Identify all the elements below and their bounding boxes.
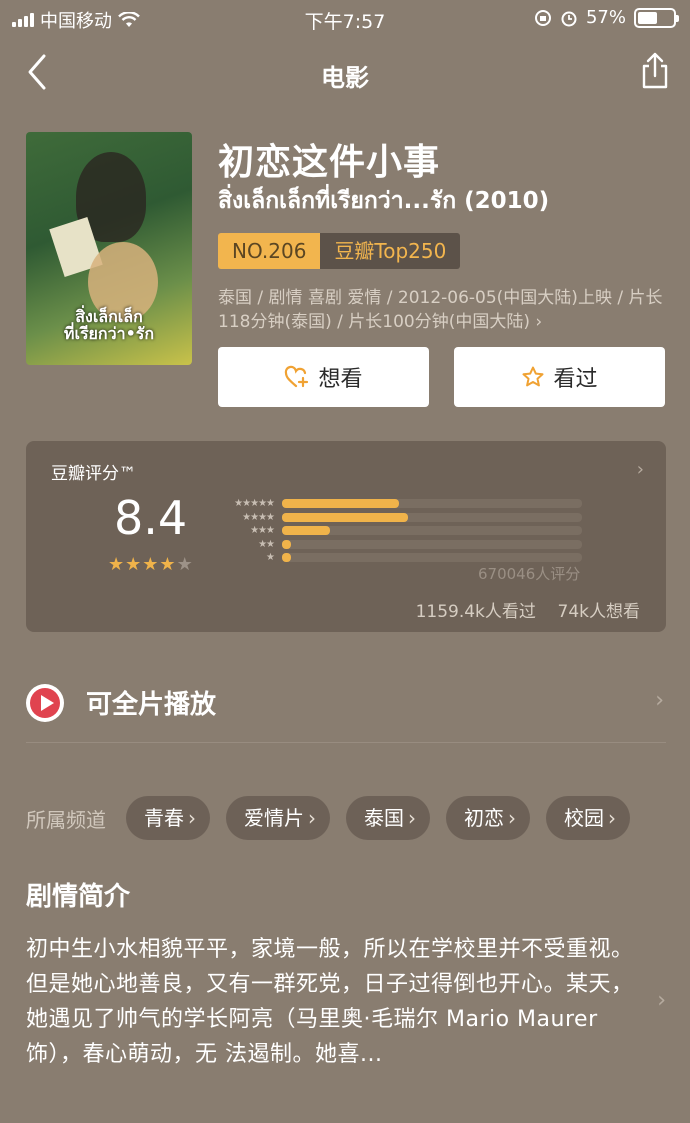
rating-card[interactable]: 豆瓣评分™ › 8.4 ★★★★★ ★★★★★ ★★★★ ★★★ ★★ ★ 670046… <box>26 441 666 632</box>
rating-bar-row: ★★ <box>212 538 582 551</box>
channel-chip-label: 爱情片 <box>244 806 304 830</box>
rating-star: ★ <box>108 554 126 575</box>
battery-icon <box>634 7 679 28</box>
synopsis-text[interactable]: 初中生小水相貌平平，家境一般，所以在学校里并不受重视。但是她心地善良，又有一群死… <box>26 932 641 1072</box>
chevron-right-icon: › <box>408 806 416 830</box>
chevron-right-icon: › <box>608 806 616 830</box>
chevron-right-icon: › <box>655 688 664 713</box>
chevron-right-icon: › <box>508 806 516 830</box>
want-count: 74k人想看 <box>557 602 640 622</box>
rating-distribution: ★★★★★ ★★★★ ★★★ ★★ ★ <box>212 497 582 565</box>
chevron-right-icon: › <box>636 459 644 480</box>
divider <box>26 742 666 743</box>
rating-bar-stars: ★★★★★ <box>234 498 275 509</box>
rating-bar-row: ★★★★ <box>212 511 582 524</box>
movie-poster[interactable]: สิ่งเล็กเล็ก ที่เรียกว่า•รัก <box>26 132 192 365</box>
rating-bar-row: ★★★ <box>212 524 582 537</box>
rating-star: ★ <box>142 554 160 575</box>
chevron-right-icon: › <box>308 806 316 830</box>
channel-chip[interactable]: 校园 › <box>546 796 630 840</box>
rating-bar-track <box>282 539 582 549</box>
chevron-right-icon[interactable]: › <box>657 988 666 1013</box>
channel-chip-label: 校园 <box>564 806 604 830</box>
rating-bar-stars: ★ <box>266 552 275 563</box>
rating-bar-fill <box>282 553 291 562</box>
want-label: 想看 <box>318 367 363 392</box>
rating-star: ★ <box>176 554 194 575</box>
play-label: 可全片播放 <box>86 690 217 720</box>
page-title: 电影 <box>321 64 369 92</box>
rating-bar-fill <box>282 526 330 535</box>
channel-chip[interactable]: 初恋 › <box>446 796 530 840</box>
star-icon <box>522 366 544 387</box>
channel-chip[interactable]: 爱情片 › <box>226 796 330 840</box>
rating-bar-track <box>282 553 582 562</box>
channel-chip-label: 初恋 <box>464 806 504 830</box>
rating-bar-fill <box>282 499 399 508</box>
channel-chip[interactable]: 泰国 › <box>346 796 430 840</box>
rating-bar-track <box>282 499 582 508</box>
seen-count: 1159.4k人看过 <box>415 602 536 622</box>
rating-bar-fill <box>282 512 408 522</box>
poster-title: สิ่งเล็กเล็ก ที่เรียกว่า•รัก <box>63 306 155 344</box>
movie-title: 初恋这件小事 <box>218 142 441 183</box>
battery-fill <box>638 11 658 24</box>
rating-bar-stars: ★★ <box>258 538 275 550</box>
chevron-right-icon: › <box>188 806 196 830</box>
channel-chip-label: 泰国 <box>364 806 404 830</box>
nav-bar: 电影 <box>0 40 690 104</box>
rank-list-name: 豆瓣Top250 <box>320 233 461 269</box>
rating-bar-row: ★★★★★ <box>212 497 582 510</box>
rating-stars: ★★★★★ <box>108 554 194 575</box>
watched-button[interactable]: 看过 <box>454 347 665 407</box>
play-full-movie-row[interactable]: 可全片播放 › <box>26 682 666 724</box>
rating-bar-fill <box>282 539 291 549</box>
movie-meta[interactable]: 泰国 / 剧情 喜剧 爱情 / 2012-06-05(中国大陆)上映 / 片长1… <box>218 286 668 334</box>
rating-bar-stars: ★★★ <box>250 525 275 536</box>
rating-bar-track <box>282 512 582 522</box>
status-bar: 中国移动 下午7:57 57% <box>0 0 690 36</box>
rank-number: NO.206 <box>218 233 321 269</box>
rating-star: ★ <box>159 554 177 575</box>
channel-chip[interactable]: 青春 › <box>126 796 210 840</box>
rotation-lock-icon <box>534 9 551 26</box>
channels-label: 所属频道 <box>26 807 106 832</box>
share-icon[interactable] <box>640 50 670 90</box>
rating-bar-track <box>282 526 582 535</box>
want-to-watch-button[interactable]: 想看 <box>218 347 429 407</box>
heart-plus-icon <box>285 365 309 388</box>
play-icon <box>26 684 64 722</box>
alarm-icon <box>561 11 577 26</box>
channel-list: 所属频道 青春 › 爱情片 › 泰国 › 初恋 › 校园 › <box>26 796 690 840</box>
rating-label: 豆瓣评分™ <box>51 464 136 484</box>
top250-badge[interactable]: NO.206 豆瓣Top250 <box>218 233 461 269</box>
movie-original-title: สิ่งเล็กเล็กที่เรียกว่า...รัก (2010) <box>218 188 550 214</box>
rating-score: 8.4 <box>114 491 188 545</box>
watch-stats: 1159.4k人看过 74k人想看 <box>416 597 640 622</box>
synopsis-title: 剧情简介 <box>26 882 131 912</box>
rating-count: 670046人评分 <box>478 565 581 583</box>
rating-bar-stars: ★★★★ <box>242 511 275 523</box>
channel-chip-label: 青春 <box>144 806 184 830</box>
seen-label: 看过 <box>553 367 598 392</box>
rating-star: ★ <box>125 554 143 575</box>
battery-percent: 57% <box>585 7 626 28</box>
